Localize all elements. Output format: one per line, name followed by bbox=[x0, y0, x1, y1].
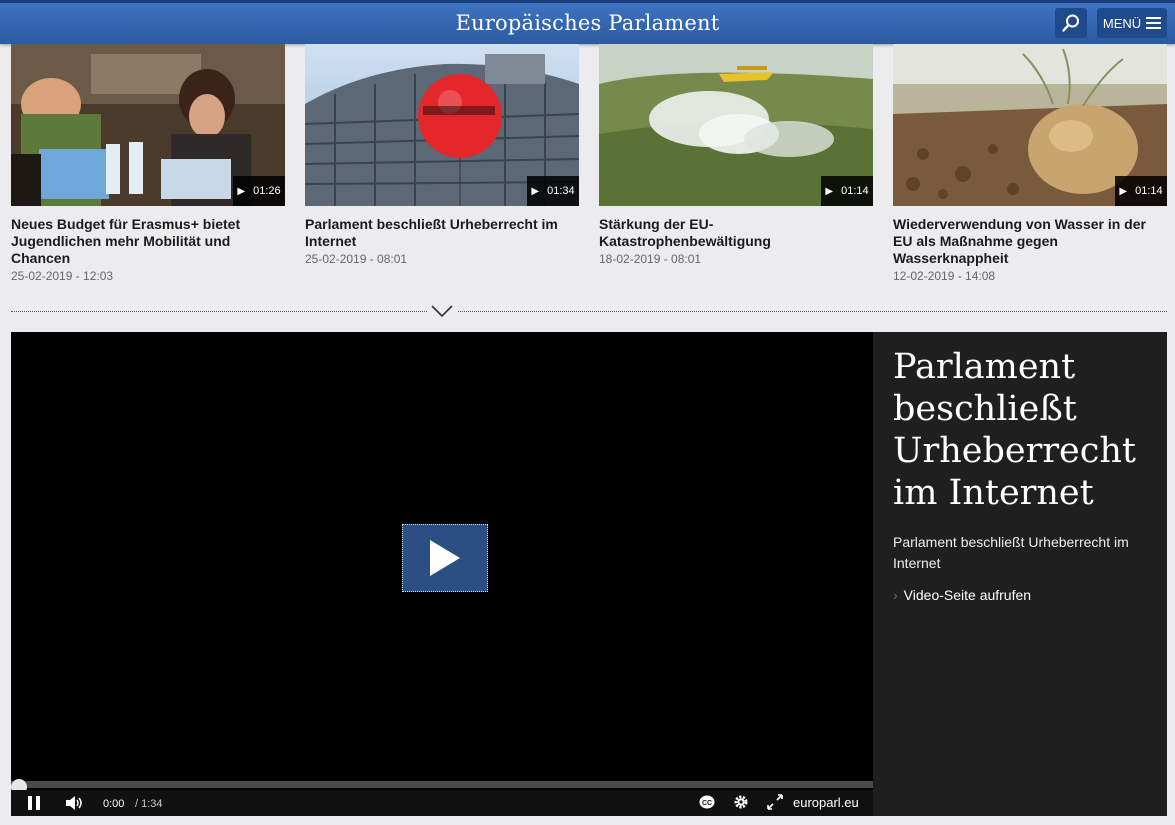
chevron-right-icon: › bbox=[893, 587, 898, 603]
play-icon: ▶ bbox=[825, 185, 834, 197]
search-button[interactable] bbox=[1055, 8, 1087, 38]
fullscreen-icon[interactable] bbox=[767, 794, 783, 810]
video-thumbnail[interactable]: ▶ 01:26 bbox=[11, 44, 285, 206]
closed-captions-icon[interactable]: CC bbox=[699, 795, 715, 809]
play-icon: ▶ bbox=[1119, 185, 1128, 197]
video-page-link-label: Video-Seite aufrufen bbox=[903, 587, 1032, 603]
player-controls: 0:00 / 1:34 CC europarl.eu bbox=[11, 790, 873, 816]
site-title[interactable]: Europäisches Parlament bbox=[0, 11, 1175, 35]
expand-toggle[interactable] bbox=[427, 301, 457, 321]
video-list: ▶ 01:26 Neues Budget für Erasmus+ bietet… bbox=[11, 44, 1167, 294]
video-page-link[interactable]: › Video-Seite aufrufen bbox=[893, 587, 1147, 603]
play-icon bbox=[430, 540, 460, 576]
video-date: 25-02-2019 - 08:01 bbox=[305, 252, 408, 266]
video-title[interactable]: Wiederverwendung von Wasser in der EU al… bbox=[893, 216, 1167, 267]
menu-button[interactable]: MENÜ bbox=[1097, 8, 1167, 38]
video-title[interactable]: Stärkung der EU-Katastrophenbewältigung bbox=[599, 216, 873, 250]
duration-text: 01:34 bbox=[547, 185, 575, 197]
duration-badge: ▶ 01:14 bbox=[1115, 176, 1167, 206]
video-title[interactable]: Parlament beschließt Urheberrecht im Int… bbox=[305, 216, 579, 250]
pause-icon[interactable] bbox=[27, 796, 41, 810]
play-icon: ▶ bbox=[237, 185, 246, 197]
video-thumbnail[interactable]: ▶ 01:14 bbox=[893, 44, 1167, 206]
site-header: Europäisches Parlament MENÜ bbox=[0, 0, 1175, 44]
chevron-down-icon bbox=[431, 305, 453, 318]
hamburger-icon bbox=[1146, 14, 1162, 32]
duration-badge: ▶ 01:14 bbox=[821, 176, 873, 206]
video-info-panel: Parlament beschließt Urheberrecht im Int… bbox=[873, 332, 1167, 816]
video-date: 25-02-2019 - 12:03 bbox=[11, 269, 114, 283]
video-title[interactable]: Neues Budget für Erasmus+ bietet Jugendl… bbox=[11, 216, 285, 267]
video-card[interactable]: ▶ 01:34 Parlament beschließt Urheberrech… bbox=[305, 44, 579, 266]
feature-description: Parlament beschließt Urheberrecht im Int… bbox=[893, 534, 1129, 571]
progress-bar[interactable] bbox=[11, 781, 873, 788]
video-card[interactable]: ▶ 01:14 Wiederverwendung von Wasser in d… bbox=[893, 44, 1167, 283]
settings-gear-icon[interactable] bbox=[733, 794, 749, 810]
duration-badge: ▶ 01:26 bbox=[233, 176, 285, 206]
duration-text: 01:14 bbox=[1135, 185, 1163, 197]
current-time: 0:00 bbox=[103, 798, 125, 810]
video-thumbnail[interactable]: ▶ 01:34 bbox=[305, 44, 579, 206]
section-divider bbox=[11, 311, 1167, 312]
play-icon: ▶ bbox=[531, 185, 540, 197]
search-icon bbox=[1062, 14, 1079, 32]
big-play-button[interactable] bbox=[402, 524, 488, 592]
volume-icon[interactable] bbox=[66, 796, 84, 810]
video-card[interactable]: ▶ 01:26 Neues Budget für Erasmus+ bietet… bbox=[11, 44, 285, 283]
duration-text: 01:14 bbox=[841, 185, 869, 197]
brand-link[interactable]: europarl.eu bbox=[793, 795, 859, 810]
video-thumbnail[interactable]: ▶ 01:14 bbox=[599, 44, 873, 206]
duration-text: 01:26 bbox=[253, 185, 281, 197]
menu-label: MENÜ bbox=[1102, 15, 1142, 31]
feature-title: Parlament beschließt Urheberrecht im Int… bbox=[893, 347, 1136, 513]
video-date: 18-02-2019 - 08:01 bbox=[599, 252, 702, 266]
total-time: / 1:34 bbox=[135, 798, 163, 810]
video-date: 12-02-2019 - 14:08 bbox=[893, 269, 996, 283]
svg-text:CC: CC bbox=[702, 800, 712, 807]
video-card[interactable]: ▶ 01:14 Stärkung der EU-Katastrophenbewä… bbox=[599, 44, 873, 266]
video-player[interactable]: 0:00 / 1:34 CC europarl.eu bbox=[11, 332, 873, 816]
duration-badge: ▶ 01:34 bbox=[527, 176, 579, 206]
